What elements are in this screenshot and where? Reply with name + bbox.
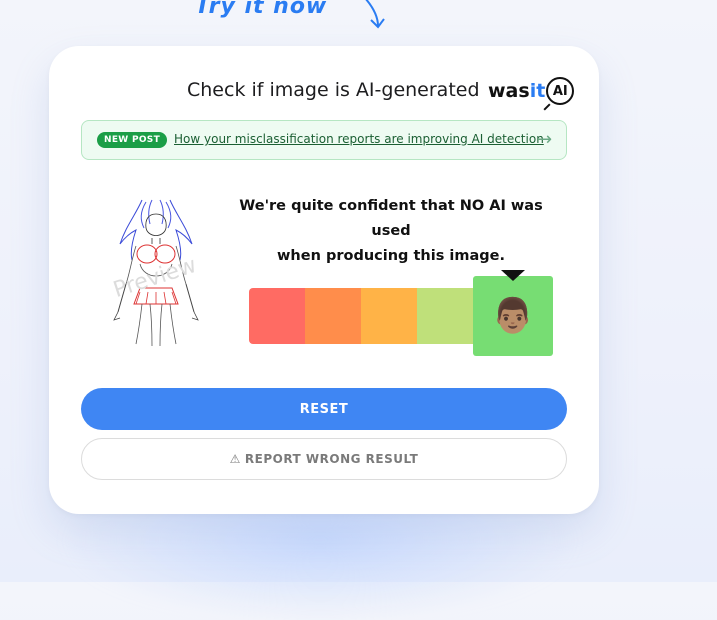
report-button-label: REPORT WRONG RESULT <box>244 452 419 466</box>
preview-watermark: Preview <box>110 253 199 303</box>
ai-likelihood-scale <box>249 288 473 344</box>
news-banner[interactable]: NEW POST How your misclassification repo… <box>81 120 567 160</box>
scale-segment-5-selected: 👨🏽 <box>473 276 553 356</box>
logo-was: was <box>488 80 530 102</box>
logo-it: it <box>529 80 546 102</box>
scale-segment-1 <box>249 288 305 344</box>
verdict-text: We're quite confident that NO AI was use… <box>235 194 547 269</box>
uploaded-image-preview: Preview <box>110 199 200 347</box>
person-face-icon: 👨🏽 <box>491 296 535 336</box>
scale-pointer-icon <box>501 270 525 281</box>
card-title: Check if image is AI-generated <box>187 79 480 101</box>
arrow-right-icon: → <box>537 129 553 150</box>
scale-segment-3 <box>361 288 417 344</box>
warning-icon: ⚠ <box>229 452 241 466</box>
detector-card: Check if image is AI-generated was it AI N… <box>49 46 599 514</box>
try-it-now-tagline: Try it now <box>195 0 328 19</box>
news-link[interactable]: How your misclassification reports are i… <box>174 132 544 146</box>
arrow-doodle-icon <box>365 0 385 29</box>
report-wrong-result-button[interactable]: ⚠ REPORT WRONG RESULT <box>81 438 567 480</box>
new-post-badge: NEW POST <box>97 132 168 148</box>
verdict-line-1: We're quite confident that NO AI was use… <box>239 198 543 239</box>
scale-segment-2 <box>305 288 361 344</box>
logo-ai: AI <box>546 77 575 105</box>
wasitai-logo[interactable]: was it AI <box>488 77 575 105</box>
reset-button[interactable]: RESET <box>81 388 567 430</box>
verdict-line-2: when producing this image. <box>277 248 505 264</box>
scale-segment-4 <box>417 288 473 344</box>
